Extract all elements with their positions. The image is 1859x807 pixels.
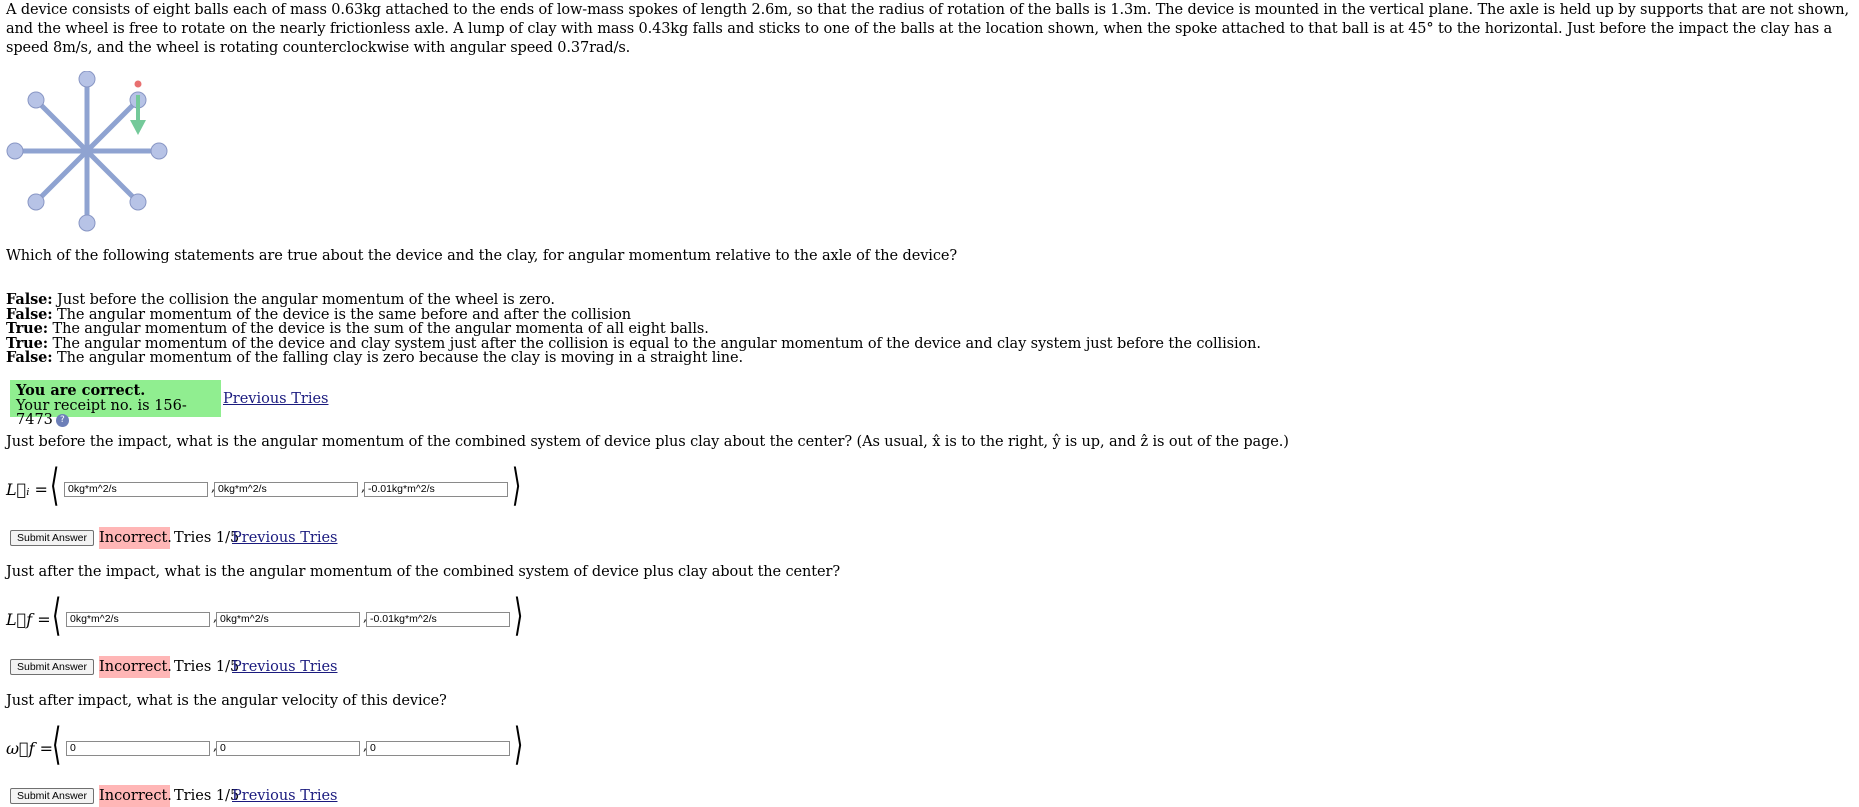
q2-tries-count: Tries 1/5 xyxy=(174,530,240,546)
q2-submit-row: Submit Answer Incorrect. Tries 1/5 Previ… xyxy=(10,527,340,549)
correct-feedback: You are correct. Your receipt no. is 156… xyxy=(10,380,221,427)
ball-bottom xyxy=(78,214,96,232)
q4-vector-label: ω⃗f = xyxy=(6,739,54,758)
receipt-text: Your receipt no. is 156-7473 xyxy=(16,397,187,428)
q2-z-input[interactable]: -0.01kg*m^2/s xyxy=(364,482,508,497)
q1-question: Which of the following statements are tr… xyxy=(6,248,957,264)
info-icon[interactable]: ? xyxy=(55,413,69,427)
q2-previous-tries-link[interactable]: Previous Tries xyxy=(232,527,337,549)
left-angle-bracket: ⟨ xyxy=(49,460,60,511)
ball-left xyxy=(6,142,24,160)
left-angle-bracket: ⟨ xyxy=(51,590,62,641)
q3-tries-count: Tries 1/5 xyxy=(174,659,240,675)
q4-question: Just after impact, what is the angular v… xyxy=(6,693,447,709)
q4-tries-count: Tries 1/5 xyxy=(174,788,240,804)
left-angle-bracket: ⟨ xyxy=(51,719,62,770)
q4-previous-tries-link[interactable]: Previous Tries xyxy=(232,785,337,807)
q3-z-input[interactable]: -0.01kg*m^2/s xyxy=(366,612,510,627)
right-angle-bracket: ⟩ xyxy=(513,590,524,641)
q2-y-input[interactable]: 0kg*m^2/s xyxy=(214,482,358,497)
q3-x-input[interactable]: 0kg*m^2/s xyxy=(66,612,210,627)
statement-1: False: Just before the collision the ang… xyxy=(6,292,1261,308)
q1-previous-tries-link[interactable]: Previous Tries xyxy=(223,391,328,407)
statement-2: False: The angular momentum of the devic… xyxy=(6,307,1261,323)
q2-incorrect-badge: Incorrect. xyxy=(99,527,172,549)
q4-x-input[interactable]: 0 xyxy=(66,741,210,756)
statement-text: The angular momentum of the device is th… xyxy=(48,321,709,338)
q2-vector-row: L⃗ᵢ = ⟨ 0kg*m^2/s , 0kg*m^2/s , -0.01kg*… xyxy=(6,464,546,512)
q3-vector-label: L⃗f = xyxy=(6,610,51,629)
q3-question: Just after the impact, what is the angul… xyxy=(6,564,840,580)
clay-lump xyxy=(134,80,142,88)
problem-page: A device consists of eight balls each of… xyxy=(0,0,1859,807)
q4-submit-row: Submit Answer Incorrect. Tries 1/5 Previ… xyxy=(10,785,340,807)
ball-lower-right xyxy=(129,193,147,211)
q3-vector-row: L⃗f = ⟨ 0kg*m^2/s , 0kg*m^2/s , -0.01kg*… xyxy=(6,594,546,642)
right-angle-bracket: ⟩ xyxy=(513,719,524,770)
statement-text: The angular momentum of the falling clay… xyxy=(52,350,744,367)
q4-y-input[interactable]: 0 xyxy=(216,741,360,756)
right-angle-bracket: ⟩ xyxy=(511,460,522,511)
ball-top xyxy=(78,71,96,88)
statement-verdict: False: xyxy=(6,349,53,367)
ball-upper-left xyxy=(27,91,45,109)
ball-lower-left xyxy=(27,193,45,211)
q2-vector-label: L⃗ᵢ = xyxy=(6,480,48,499)
statement-text: Just before the collision the angular mo… xyxy=(52,292,555,308)
q4-z-input[interactable]: 0 xyxy=(366,741,510,756)
q2-question: Just before the impact, what is the angu… xyxy=(6,434,1289,450)
problem-statement: A device consists of eight balls each of… xyxy=(6,2,1849,56)
q3-submit-button[interactable]: Submit Answer xyxy=(10,659,94,675)
q2-x-input[interactable]: 0kg*m^2/s xyxy=(64,482,208,497)
q2-submit-button[interactable]: Submit Answer xyxy=(10,530,94,546)
q3-submit-row: Submit Answer Incorrect. Tries 1/5 Previ… xyxy=(10,656,340,678)
q3-y-input[interactable]: 0kg*m^2/s xyxy=(216,612,360,627)
q4-submit-button[interactable]: Submit Answer xyxy=(10,788,94,804)
q1-statements: False: Just before the collision the ang… xyxy=(6,292,1261,366)
device-figure xyxy=(6,71,168,232)
q4-incorrect-badge: Incorrect. xyxy=(99,785,172,807)
q3-incorrect-badge: Incorrect. xyxy=(99,656,172,678)
q3-previous-tries-link[interactable]: Previous Tries xyxy=(232,656,337,678)
q4-vector-row: ω⃗f = ⟨ 0 , 0 , 0 ⟩ xyxy=(6,723,546,771)
statement-5: False: The angular momentum of the falli… xyxy=(6,351,1261,366)
statement-3: True: The angular momentum of the device… xyxy=(6,321,1261,338)
ball-right xyxy=(150,142,168,160)
correct-title: You are correct. xyxy=(16,382,146,399)
